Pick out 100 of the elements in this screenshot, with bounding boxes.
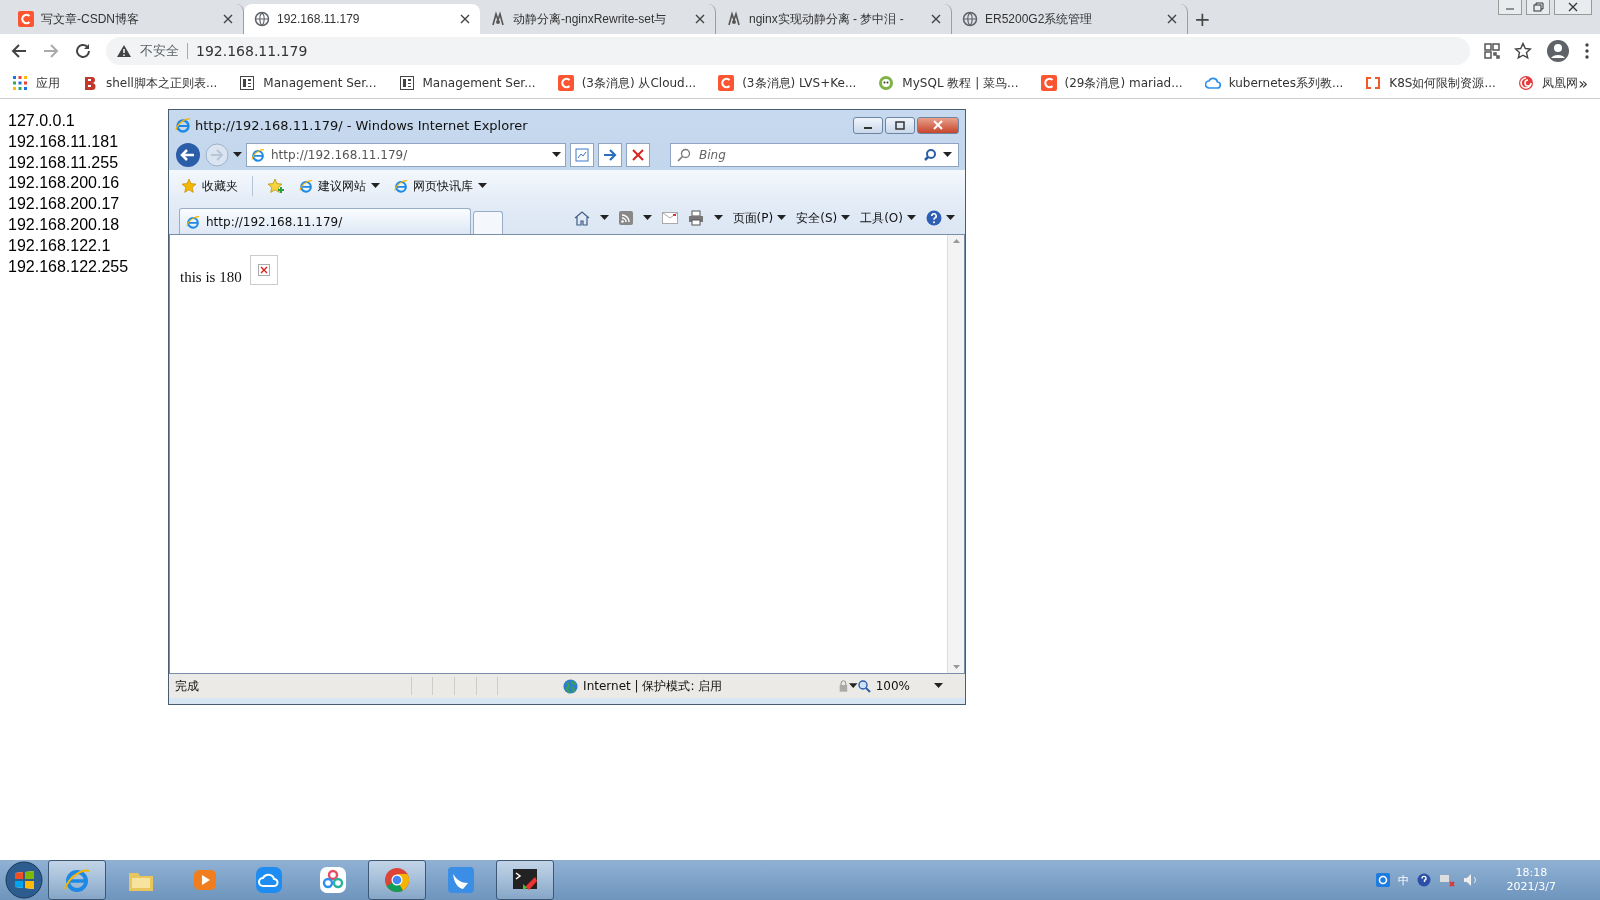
address-bar[interactable]: 不安全 192.168.11.179 bbox=[106, 37, 1470, 65]
dropdown-icon[interactable] bbox=[849, 683, 858, 689]
zone-text: Internet | 保护模式: 启用 bbox=[583, 677, 723, 695]
browser-tab[interactable]: http://192.168.11.179/ bbox=[179, 208, 471, 234]
search-input[interactable]: Bing bbox=[697, 147, 917, 163]
address-field[interactable]: http://192.168.11.179/ bbox=[246, 143, 566, 167]
close-icon[interactable] bbox=[1167, 14, 1177, 24]
scrollbar[interactable] bbox=[947, 235, 964, 673]
start-button[interactable] bbox=[5, 861, 43, 899]
bookmark-item[interactable]: 凤凰网 bbox=[1517, 74, 1578, 92]
dropdown-icon[interactable] bbox=[642, 215, 652, 221]
compatibility-view-icon[interactable] bbox=[575, 148, 589, 162]
command-menu[interactable]: 安全(S) bbox=[796, 209, 851, 227]
ip-address: 127.0.0.1 bbox=[8, 111, 76, 131]
scroll-down-icon[interactable] bbox=[952, 665, 960, 669]
search-field[interactable]: Bing bbox=[670, 143, 959, 167]
ip-address: 192.168.200.17 bbox=[8, 194, 121, 215]
scroll-up-icon[interactable] bbox=[952, 239, 960, 243]
search-icon[interactable] bbox=[923, 148, 937, 162]
close-icon[interactable] bbox=[460, 14, 470, 24]
close-icon[interactable] bbox=[223, 14, 233, 24]
bookmark-item[interactable]: kubernetes系列教... bbox=[1204, 74, 1344, 92]
bookmark-item[interactable]: Management Ser... bbox=[398, 75, 536, 91]
dropdown-icon[interactable] bbox=[713, 215, 723, 221]
command-menu[interactable]: 工具(O) bbox=[860, 209, 916, 227]
ip-address: 192.168.200.16 bbox=[8, 173, 121, 194]
restore-icon[interactable] bbox=[1526, 0, 1550, 15]
favorites-link[interactable]: 建议网站 bbox=[299, 177, 380, 195]
new-tab-button[interactable]: + bbox=[1194, 8, 1211, 30]
bird-icon bbox=[447, 866, 475, 894]
dropdown-icon[interactable] bbox=[943, 152, 952, 158]
browser-tab[interactable]: 192.168.11.179 bbox=[244, 4, 480, 34]
qr-code-icon[interactable] bbox=[1484, 43, 1500, 59]
bookmark-item[interactable]: (29条消息) mariad... bbox=[1040, 74, 1183, 92]
dropdown-icon[interactable] bbox=[478, 183, 487, 189]
flower-logo-icon bbox=[319, 866, 347, 894]
dropdown-icon[interactable] bbox=[907, 215, 916, 221]
swirl-logo-icon bbox=[1517, 75, 1534, 91]
restore-icon[interactable] bbox=[885, 116, 915, 134]
minimize-icon[interactable] bbox=[853, 116, 883, 134]
c-logo-icon bbox=[18, 11, 34, 27]
ip-address: 192.168.11.255 bbox=[8, 152, 120, 173]
status-text: 完成 bbox=[175, 677, 200, 695]
dropdown-icon[interactable] bbox=[233, 152, 242, 158]
bookmark-item[interactable]: shell脚本之正则表... bbox=[82, 74, 218, 92]
network-icon[interactable] bbox=[1438, 873, 1455, 887]
stop-icon[interactable] bbox=[632, 149, 644, 161]
c-logo-icon bbox=[718, 75, 735, 91]
close-icon[interactable] bbox=[917, 116, 959, 134]
dropdown-icon[interactable] bbox=[371, 183, 380, 189]
bookmark-item[interactable]: (3条消息) 从Cloud... bbox=[557, 74, 697, 92]
bookmark-item[interactable]: K8S如何限制资源... bbox=[1365, 74, 1496, 92]
input-method-icon[interactable] bbox=[1375, 873, 1390, 887]
zoom-icon bbox=[857, 679, 871, 693]
cloud-icon bbox=[255, 866, 283, 894]
url-text: 192.168.11.179 bbox=[196, 43, 308, 59]
back-icon[interactable] bbox=[10, 42, 28, 60]
favorites-link[interactable]: 网页快讯库 bbox=[394, 177, 487, 195]
close-icon[interactable] bbox=[931, 14, 941, 24]
more-bookmarks-button[interactable]: » bbox=[1578, 73, 1588, 93]
star-icon bbox=[181, 178, 197, 194]
security-label: 不安全 bbox=[140, 42, 179, 60]
home-icon[interactable] bbox=[573, 210, 590, 226]
mail-icon[interactable] bbox=[661, 212, 678, 224]
feed-icon[interactable] bbox=[618, 211, 633, 225]
zoom-menu[interactable]: 100% bbox=[857, 679, 959, 693]
bookmark-item[interactable]: Management Ser... bbox=[239, 75, 377, 91]
dropdown-icon[interactable] bbox=[777, 215, 787, 221]
add-favorite-icon[interactable] bbox=[267, 178, 285, 194]
reload-icon[interactable] bbox=[74, 42, 92, 60]
logo-icon bbox=[82, 75, 98, 91]
command-menu[interactable]: 页面(P) bbox=[732, 209, 787, 227]
bookmark-item[interactable]: (3条消息) LVS+Ke... bbox=[718, 74, 857, 92]
account-icon[interactable] bbox=[1546, 39, 1570, 63]
menu-icon[interactable] bbox=[1584, 42, 1590, 60]
taskbar-app[interactable] bbox=[48, 860, 106, 900]
dropdown-icon[interactable] bbox=[946, 215, 955, 221]
close-icon[interactable] bbox=[695, 14, 705, 24]
ie-logo-icon bbox=[299, 179, 313, 193]
warning-icon bbox=[116, 44, 132, 58]
print-icon[interactable] bbox=[687, 210, 704, 226]
search-icon bbox=[677, 148, 691, 162]
close-icon[interactable] bbox=[1554, 0, 1592, 15]
go-arrow-icon[interactable] bbox=[603, 149, 617, 161]
bookmark-item[interactable]: 应用 bbox=[12, 74, 60, 92]
taskbar-app[interactable] bbox=[496, 860, 554, 900]
round-logo-icon bbox=[878, 75, 895, 91]
star-icon[interactable] bbox=[1514, 42, 1532, 60]
help-icon[interactable] bbox=[1416, 873, 1431, 887]
dropdown-icon[interactable] bbox=[841, 215, 851, 221]
dropdown-icon[interactable] bbox=[934, 683, 943, 689]
apps-grid-icon bbox=[12, 75, 28, 91]
bookmark-item[interactable]: MySQL 教程 | 菜鸟... bbox=[878, 74, 1019, 92]
taskbar-app[interactable] bbox=[368, 860, 426, 900]
favorites-button[interactable]: 收藏夹 bbox=[181, 177, 238, 195]
back-icon[interactable] bbox=[175, 142, 201, 168]
dropdown-icon[interactable] bbox=[599, 215, 609, 221]
dropdown-icon[interactable] bbox=[552, 152, 561, 158]
broken-image-icon bbox=[257, 264, 270, 276]
help-menu[interactable] bbox=[926, 210, 955, 226]
